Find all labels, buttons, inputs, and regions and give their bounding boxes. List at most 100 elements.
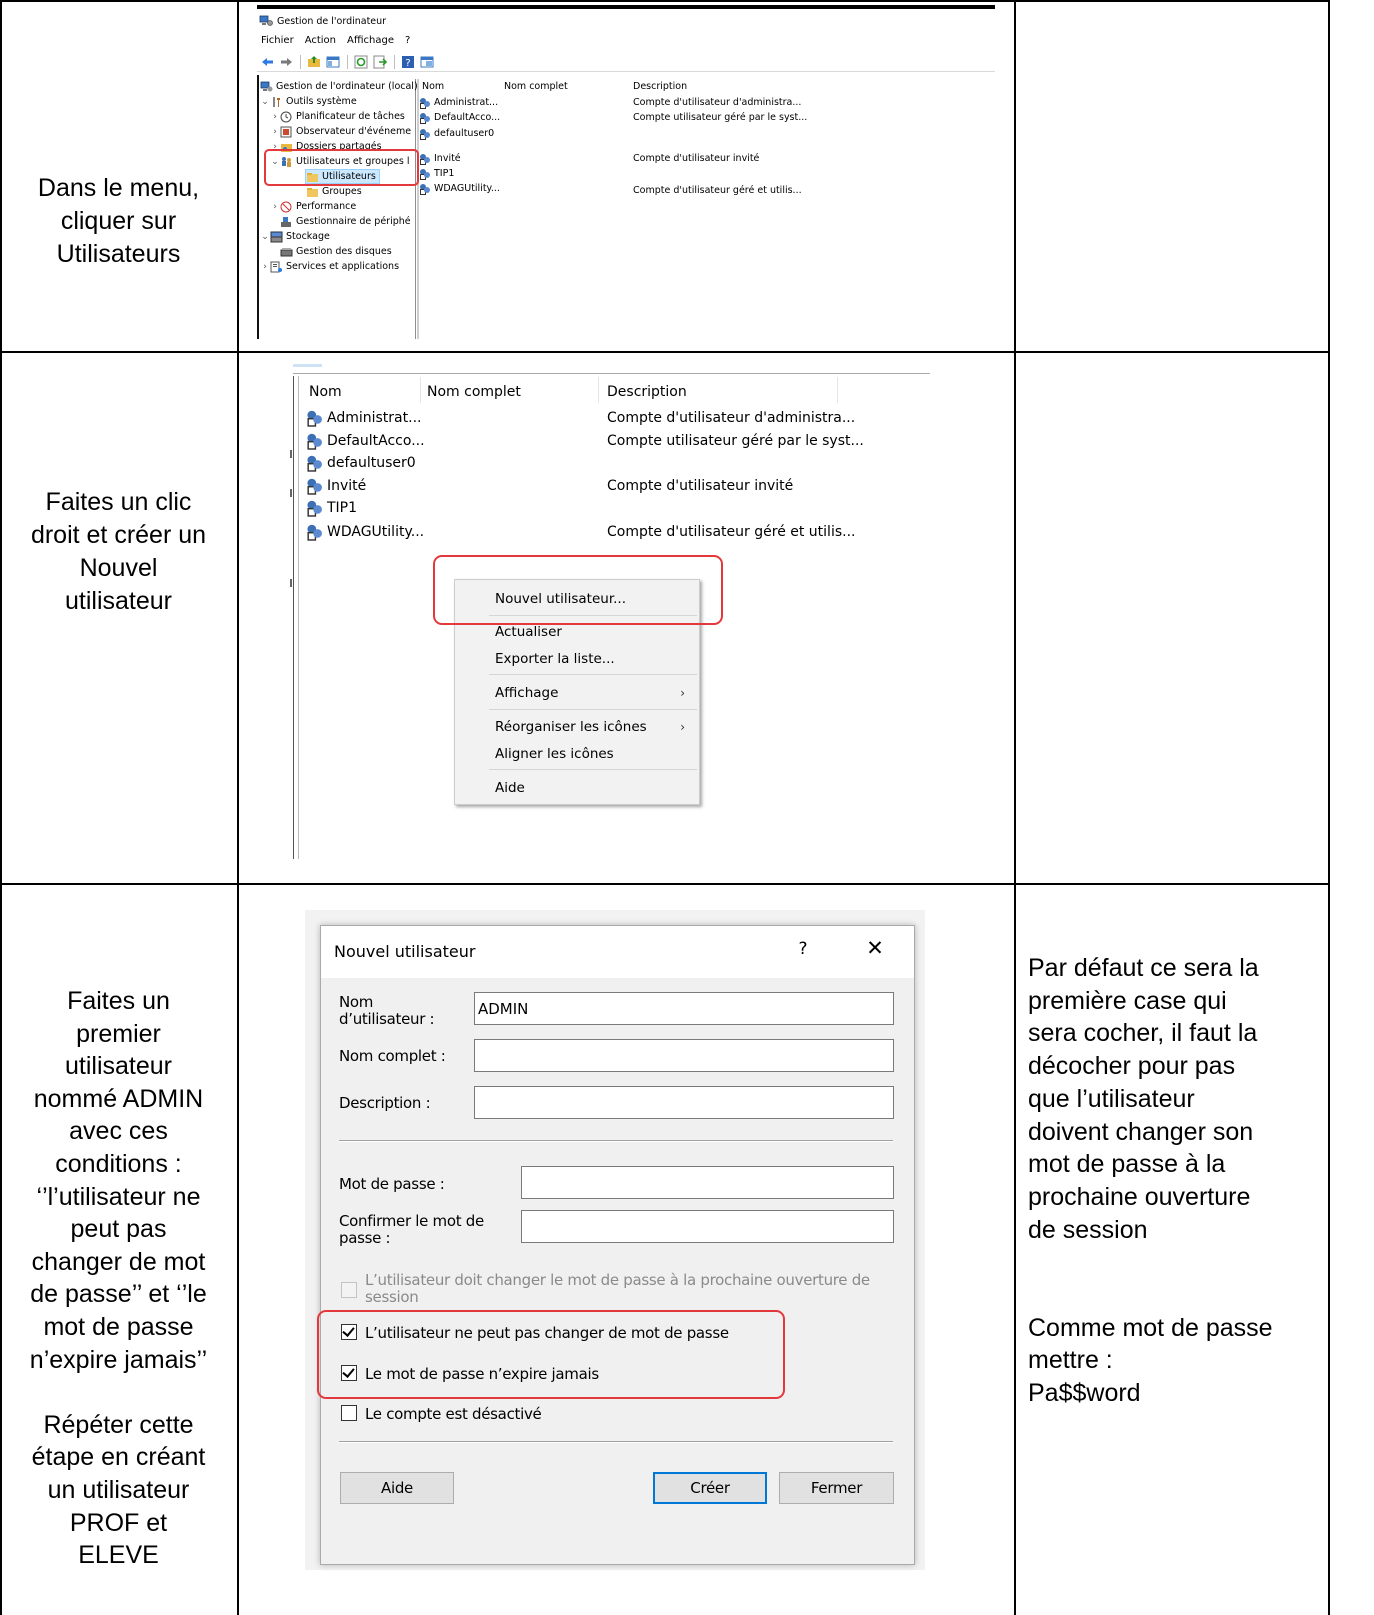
chevron-right-icon[interactable]: › (270, 202, 280, 212)
disk-icon (280, 246, 293, 258)
menu-item[interactable]: Action (305, 35, 336, 46)
tree-item-system-tools[interactable]: ⌄ Outils système (260, 94, 357, 109)
menu-item[interactable]: Affichage (347, 35, 394, 46)
event-viewer-icon (280, 126, 293, 138)
menu-item-arrange-icons[interactable]: Réorganiser les icônes › (455, 716, 699, 738)
pane-edge-mark (290, 579, 292, 587)
user-row[interactable]: Administrat... (306, 408, 421, 428)
submenu-arrow-icon: › (680, 720, 685, 734)
user-row[interactable]: Invité (306, 476, 366, 496)
table-row-divider (0, 351, 1330, 353)
chevron-right-icon[interactable]: › (260, 262, 270, 272)
fullname-field[interactable] (474, 1039, 894, 1072)
fullname-label: Nom complet : (339, 1047, 446, 1065)
column-separator[interactable] (420, 377, 421, 403)
tree-item-task-scheduler[interactable]: › Planificateur de tâches (270, 109, 405, 124)
confirm-password-label-line: passe : (339, 1229, 391, 1247)
user-icon (306, 499, 325, 517)
tree-item-services-applications[interactable]: › Services et applications (260, 259, 399, 274)
menu-item-view[interactable]: Affichage › (455, 682, 699, 704)
tree-item-storage[interactable]: ⌄ Stockage (260, 229, 330, 244)
tree-item-disk-management[interactable]: Gestion des disques (280, 244, 392, 259)
must-change-password-checkbox[interactable] (341, 1282, 357, 1298)
user-row[interactable]: Invité (419, 151, 461, 166)
user-name: WDAGUtility... (434, 183, 500, 194)
note-line: mot de passe à la (1028, 1150, 1226, 1179)
password-field[interactable] (521, 1166, 894, 1199)
username-field[interactable]: ADMIN (474, 992, 894, 1025)
close-button[interactable]: Fermer (779, 1472, 894, 1504)
tree-item-groups[interactable]: Groupes (306, 184, 362, 199)
tree-item-device-manager[interactable]: Gestionnaire de périphé (280, 214, 411, 229)
row3-note: Par défaut ce sera la première case qui … (1028, 952, 1326, 1410)
column-header-description[interactable]: Description (633, 79, 687, 94)
tree-item-label: Outils système (286, 96, 357, 107)
account-disabled-checkbox[interactable] (341, 1405, 357, 1421)
tree-item-computer-management[interactable]: Gestion de l'ordinateur (local) (260, 79, 418, 94)
instruction-line: nommé ADMIN (33, 1084, 204, 1113)
chevron-down-icon[interactable]: ⌄ (260, 97, 270, 107)
column-header-fullname[interactable]: Nom complet (427, 381, 521, 403)
navigation-tree: Gestion de l'ordinateur (local) ⌄ Outils… (260, 79, 418, 339)
column-header-name[interactable]: Nom (422, 79, 444, 94)
user-row[interactable]: Administrat... (419, 95, 498, 110)
column-header-fullname[interactable]: Nom complet (504, 79, 568, 94)
user-row[interactable]: WDAGUtility... (419, 181, 500, 196)
confirm-password-field[interactable] (521, 1210, 894, 1243)
computer-management-icon (260, 81, 273, 93)
highlight-users-node (264, 149, 419, 186)
instruction-line: utilisateur (65, 587, 172, 615)
instruction-line: conditions : (55, 1149, 182, 1178)
note-line: sera cocher, il faut la (1028, 1019, 1258, 1048)
description-field[interactable] (474, 1086, 894, 1119)
menu-item[interactable]: Fichier (261, 35, 294, 46)
table-column-divider (1014, 0, 1016, 1615)
instruction-line: utilisateur (65, 1052, 172, 1081)
menu-item-help[interactable]: Aide (455, 777, 699, 799)
user-row[interactable]: defaultuser0 (419, 126, 494, 141)
tree-item-event-viewer[interactable]: › Observateur d'événeme (270, 124, 411, 139)
menu-item-label: Aligner les icônes (495, 746, 614, 762)
menu-item-export-list[interactable]: Exporter la liste... (455, 648, 699, 670)
column-header-description[interactable]: Description (607, 381, 687, 403)
column-header-name[interactable]: Nom (309, 381, 342, 403)
column-separator[interactable] (598, 377, 599, 403)
tree-item-label: Gestion de l'ordinateur (local) (276, 81, 418, 92)
help-question-icon[interactable]: ? (795, 939, 811, 959)
table-border-top (0, 0, 1330, 2)
back-arrow-icon[interactable] (260, 55, 275, 69)
menu-item-align-icons[interactable]: Aligner les icônes (455, 743, 699, 765)
user-row[interactable]: TIP1 (306, 498, 357, 518)
user-row[interactable]: WDAGUtility... (306, 522, 424, 542)
up-folder-icon[interactable] (307, 55, 322, 69)
menu-item[interactable]: ? (405, 35, 410, 46)
computer-management-icon (259, 15, 273, 27)
user-icon (419, 168, 432, 180)
account-disabled-label: Le compte est désactivé (365, 1405, 542, 1423)
user-row[interactable]: DefaultAcco... (419, 110, 500, 125)
confirm-password-label: Confirmer le mot de passe : (339, 1213, 484, 1247)
user-row[interactable]: DefaultAcco... (306, 431, 425, 451)
properties-icon[interactable] (420, 55, 435, 69)
username-value: ADMIN (478, 999, 529, 1018)
table-border-right (1328, 0, 1330, 1615)
tree-item-label: Planificateur de tâches (296, 111, 405, 122)
column-separator[interactable] (837, 377, 838, 403)
note-line: Par défaut ce sera la (1028, 954, 1259, 982)
user-row[interactable]: defaultuser0 (306, 453, 416, 473)
chevron-right-icon[interactable]: › (270, 112, 280, 122)
export-list-icon[interactable] (373, 55, 388, 69)
refresh-icon[interactable] (354, 55, 369, 69)
tree-item-performance[interactable]: › Performance (270, 199, 356, 214)
user-row[interactable]: TIP1 (419, 166, 454, 181)
create-button[interactable]: Créer (653, 1472, 767, 1504)
close-icon[interactable]: ✕ (863, 936, 887, 960)
submenu-arrow-icon: › (680, 686, 685, 700)
chevron-down-icon[interactable]: ⌄ (260, 232, 270, 242)
forward-arrow-icon[interactable] (279, 55, 294, 69)
help-button[interactable]: Aide (340, 1472, 454, 1504)
show-hide-tree-icon[interactable] (326, 55, 341, 69)
chevron-right-icon[interactable]: › (270, 127, 280, 137)
menu-item-label: Exporter la liste... (495, 651, 615, 667)
help-icon[interactable]: ? (401, 55, 416, 69)
